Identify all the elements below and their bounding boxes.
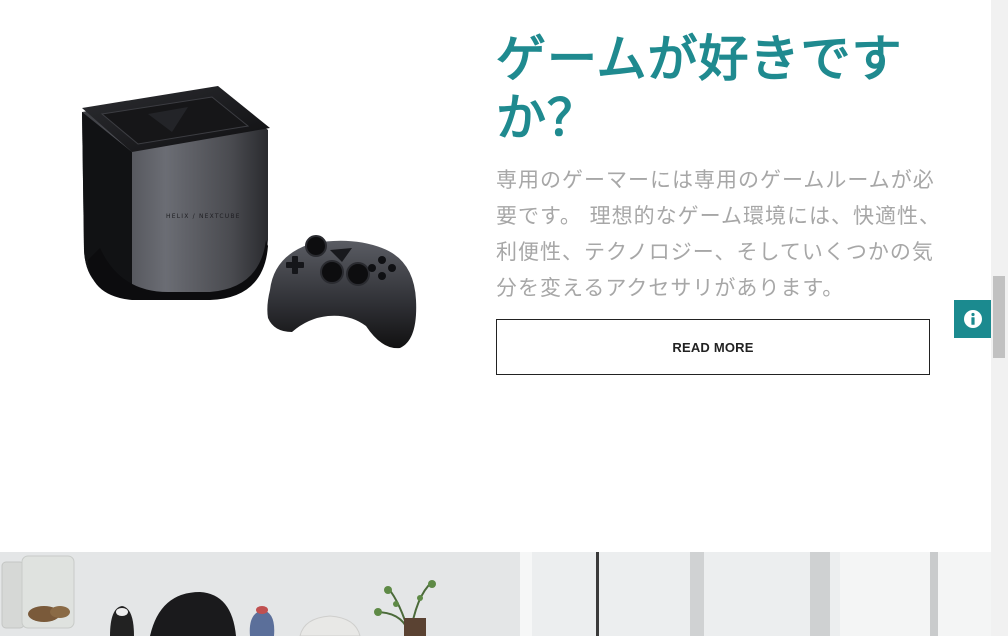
game-console-image: HELIX / NEXTCUBE: [82, 86, 417, 349]
game-controller: [267, 235, 417, 349]
page: HELIX / NEXTCUBE ゲームが好きですか？ 専用のゲーマーには専用の…: [0, 0, 991, 636]
read-more-button[interactable]: READ MORE: [496, 319, 930, 375]
hero-description: 専用のゲーマーには専用のゲームルームが必要です。 理想的なゲーム環境には、快適性…: [496, 168, 941, 300]
scrollbar-thumb[interactable]: [993, 276, 1005, 358]
hero-headline: ゲームが好きですか？: [496, 30, 903, 147]
lifestyle-photo: [0, 552, 991, 636]
console-brand-label: HELIX / NEXTCUBE: [166, 213, 241, 220]
info-icon: [963, 310, 982, 328]
vertical-scrollbar[interactable]: [991, 0, 1008, 636]
info-button[interactable]: [954, 300, 991, 338]
console-cube: HELIX / NEXTCUBE: [82, 86, 270, 300]
